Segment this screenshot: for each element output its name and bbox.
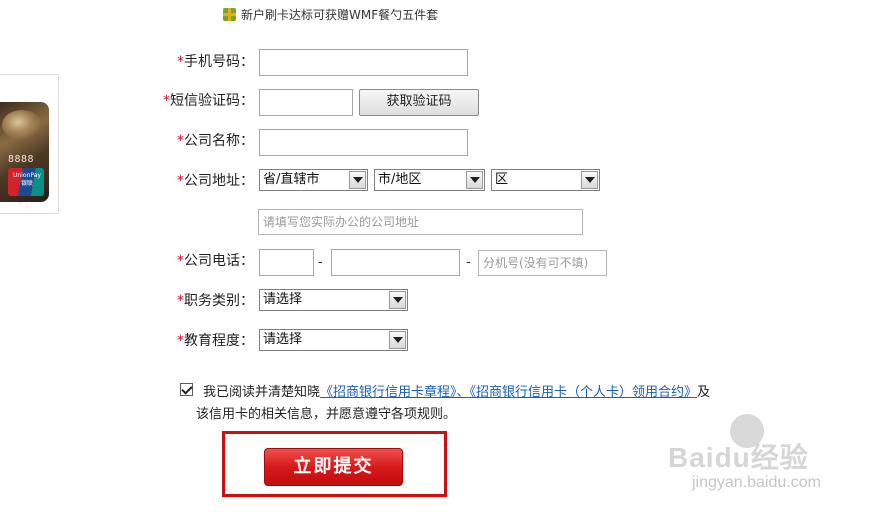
mobile-label: *手机号码： [177, 54, 254, 70]
company-address-label: *公司地址： [177, 173, 254, 189]
education-select[interactable]: 请选择 [259, 329, 408, 351]
chevron-down-icon [581, 171, 598, 189]
watermark-logo: Baidu经验 [668, 442, 809, 473]
watermark-url: jingyan.baidu.com [692, 474, 821, 491]
phone-separator: - [466, 255, 471, 270]
chevron-down-icon [349, 171, 366, 189]
city-select[interactable]: 市/地区 [374, 169, 485, 191]
job-category-label: *职务类别： [177, 293, 254, 309]
education-label: *教育程度： [177, 333, 254, 349]
province-select[interactable]: 省/直辖市 [259, 169, 368, 191]
company-phone-label: *公司电话： [177, 253, 254, 269]
phone-extension-input[interactable]: 分机号(没有可不填) [478, 250, 607, 276]
address-detail-input[interactable]: 请填写您实际办公的公司地址 [258, 209, 583, 235]
card-number: 8888 [8, 154, 35, 165]
submit-button[interactable]: 立即提交 [264, 448, 403, 486]
card-emblem [2, 110, 42, 140]
agreement-line-2: 该信用卡的相关信息，并愿意遵守各项规则。 [196, 407, 457, 422]
agreement-checkbox[interactable] [180, 383, 193, 396]
agreement-line-1: 我已阅读并清楚知晓《招商银行信用卡章程》、《招商银行信用卡（个人卡）领用合约》及 [203, 385, 711, 400]
mobile-input[interactable] [259, 49, 468, 76]
gift-icon [223, 7, 236, 21]
chevron-down-icon [389, 331, 406, 349]
district-select[interactable]: 区 [491, 169, 600, 191]
sms-code-label: *短信验证码： [163, 93, 254, 109]
company-name-input[interactable] [259, 129, 468, 156]
chevron-down-icon [466, 171, 483, 189]
unionpay-logo-text: UnionPay 银联 [13, 172, 41, 187]
get-code-button[interactable]: 获取验证码 [359, 89, 479, 116]
card-terms-link[interactable]: 《招商银行信用卡章程》、《招商银行信用卡（个人卡）领用合约》 [320, 385, 697, 400]
company-name-label: *公司名称： [177, 133, 254, 149]
sms-code-input[interactable] [259, 89, 353, 116]
phone-separator: - [318, 255, 323, 270]
job-category-select[interactable]: 请选择 [259, 289, 408, 311]
chevron-down-icon [389, 291, 406, 309]
promo-text: 新户刷卡达标可获赠WMF餐勺五件套 [241, 7, 439, 22]
phone-area-code-input[interactable] [259, 249, 314, 276]
phone-number-input[interactable] [331, 249, 460, 276]
promo-banner: 新户刷卡达标可获赠WMF餐勺五件套 [223, 5, 438, 23]
